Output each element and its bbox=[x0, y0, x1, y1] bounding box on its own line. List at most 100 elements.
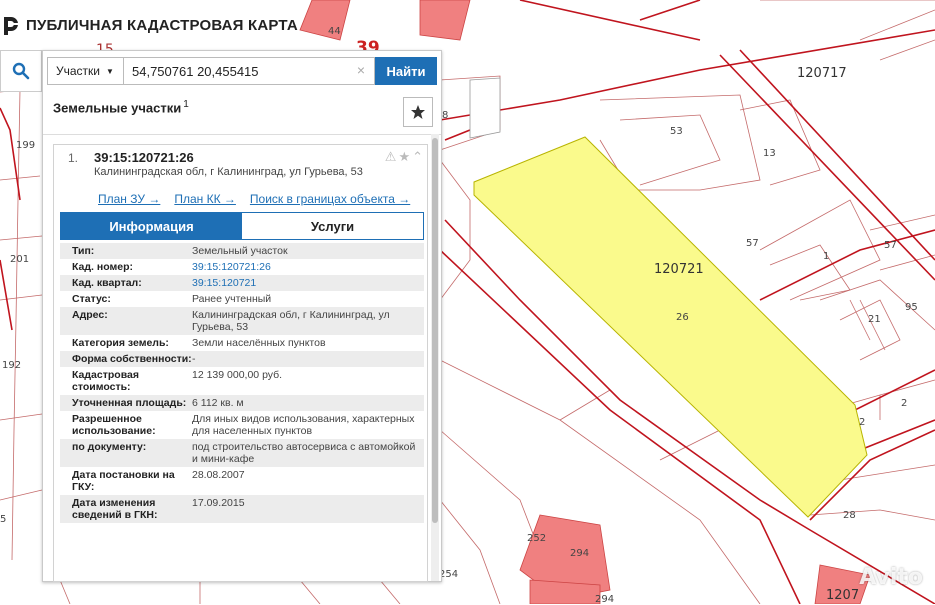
property-row: Статус: Ранее учтенный bbox=[60, 291, 424, 307]
chevron-down-icon: ▼ bbox=[106, 66, 114, 76]
search-in-bounds-link[interactable]: Поиск в границах объекта → bbox=[250, 192, 410, 206]
map-label-parcel: 2 bbox=[859, 417, 866, 428]
map-label-parcel: 201 bbox=[10, 254, 30, 265]
property-value: под строительство автосервиса с автомойк… bbox=[192, 441, 416, 465]
results-count: 1 bbox=[183, 99, 189, 110]
property-row: Разрешенное использование: Для иных видов… bbox=[60, 411, 424, 439]
property-row: Кадастровая стоимость: 12 139 000,00 руб. bbox=[60, 367, 424, 395]
search-bar: Участки ▼ × Найти bbox=[47, 57, 437, 85]
property-value: Ранее учтенный bbox=[192, 293, 272, 305]
map-label-parcel: 13 bbox=[763, 148, 776, 159]
result-card: 1. 39:15:120721:26 Калининградская обл, … bbox=[53, 144, 428, 582]
search-icon bbox=[12, 62, 30, 80]
property-value[interactable]: 39:15:120721:26 bbox=[192, 261, 424, 273]
warning-icon[interactable]: ⚠ bbox=[385, 149, 397, 165]
property-table: Тип: Земельный участок Кад. номер: 39:15:12… bbox=[60, 243, 424, 523]
object-type-label: Участки bbox=[56, 64, 100, 78]
property-key: Кад. квартал: bbox=[72, 277, 142, 289]
card-tabs: Информация Услуги bbox=[60, 212, 424, 240]
property-value[interactable]: 39:15:120721 bbox=[192, 277, 424, 289]
property-key: Тип: bbox=[72, 245, 95, 257]
result-index: 1. bbox=[68, 151, 79, 165]
property-value: 28.08.2007 bbox=[192, 469, 245, 481]
property-row: Дата изменения сведений в ГКН: 17.09.2015 bbox=[60, 495, 424, 523]
result-cad-number[interactable]: 39:15:120721:26 bbox=[94, 150, 194, 165]
property-row: Форма собственности: - bbox=[60, 351, 424, 367]
property-key: Кад. номер: bbox=[72, 261, 134, 273]
property-row: Категория земель: Земли населённых пункто… bbox=[60, 335, 424, 351]
property-value: Земельный участок bbox=[192, 245, 288, 257]
chevron-up-icon[interactable]: ⌃ bbox=[412, 149, 423, 165]
property-value: - bbox=[192, 353, 196, 365]
tab-information[interactable]: Информация bbox=[61, 213, 242, 239]
map-label-parcel: 1 bbox=[823, 251, 830, 262]
map-label-parcel: 21 bbox=[868, 314, 881, 325]
property-row: Дата постановки на ГКУ: 28.08.2007 bbox=[60, 467, 424, 495]
tab-services[interactable]: Услуги bbox=[242, 213, 423, 239]
map-label-parcel: 28 bbox=[843, 510, 856, 521]
map-label-parcel: 199 bbox=[16, 140, 36, 151]
map-label-parcel: 252 bbox=[527, 533, 547, 544]
results-header: Земельные участки 1 bbox=[53, 99, 189, 115]
property-row: Уточненная площадь: 6 112 кв. м bbox=[60, 395, 424, 411]
result-address: Калининградская обл, г Калининград, ул Г… bbox=[94, 166, 363, 178]
property-row: по документу: под строительство автосерви… bbox=[60, 439, 424, 467]
property-value: 6 112 кв. м bbox=[192, 397, 244, 409]
property-value: Для иных видов использования, характерны… bbox=[192, 413, 415, 437]
map-label-parcel: 5 bbox=[0, 514, 7, 525]
property-row: Кад. квартал: 39:15:120721 bbox=[60, 275, 424, 291]
map-label-quarter: 120717 bbox=[797, 66, 847, 81]
plan-zu-link[interactable]: План ЗУ → bbox=[98, 192, 160, 206]
map-label-quarter-selected: 120721 bbox=[654, 262, 704, 277]
map-label-parcel: 2 bbox=[901, 398, 908, 409]
app-header: ПУБЛИЧНАЯ КАДАСТРОВАЯ КАРТА bbox=[0, 10, 298, 40]
property-value: Земли населённых пунктов bbox=[192, 337, 326, 349]
property-key: Адрес: bbox=[72, 309, 108, 321]
map-label-parcel: 8 bbox=[442, 110, 449, 121]
map-label-parcel: 95 bbox=[905, 302, 918, 313]
property-row: Кад. номер: 39:15:120721:26 bbox=[60, 259, 424, 275]
clear-icon[interactable]: × bbox=[357, 62, 365, 78]
map-label-quarter: 1207 bbox=[826, 588, 860, 603]
scrollbar[interactable] bbox=[431, 134, 439, 581]
scrollbar-thumb[interactable] bbox=[432, 138, 438, 523]
map-label-building: 44 bbox=[328, 26, 341, 37]
property-key: Категория земель: bbox=[72, 337, 169, 349]
property-row: Адрес: Калининградская обл, г Калининград… bbox=[60, 307, 424, 335]
property-key: Форма собственности: bbox=[72, 353, 192, 365]
search-input[interactable] bbox=[123, 57, 375, 85]
results-title: Земельные участки bbox=[53, 100, 182, 116]
watermark-logo: Avito bbox=[859, 565, 923, 590]
property-key: Разрешенное использование: bbox=[72, 413, 156, 437]
map-label-building: 294 bbox=[570, 548, 590, 559]
property-value: 17.09.2015 bbox=[192, 497, 245, 509]
map-label-parcel: 26 bbox=[676, 312, 689, 323]
map-label-building: 294 bbox=[595, 594, 615, 605]
property-key: Уточненная площадь: bbox=[72, 397, 187, 409]
property-value: Калининградская обл, г Калининград, ул Г… bbox=[192, 309, 390, 333]
property-key: по документу: bbox=[72, 441, 147, 453]
card-links: План ЗУ → План КК → Поиск в границах объ… bbox=[98, 192, 410, 206]
map-label-parcel: 53 bbox=[670, 126, 683, 137]
property-key: Дата постановки на ГКУ: bbox=[72, 469, 175, 493]
search-toggle-button[interactable] bbox=[0, 50, 42, 92]
property-value: 12 139 000,00 руб. bbox=[192, 369, 283, 381]
map-label-parcel: 57 bbox=[746, 238, 759, 249]
property-key: Дата изменения сведений в ГКН: bbox=[72, 497, 158, 521]
logo-icon bbox=[4, 17, 18, 35]
card-actions: ⚠ ★ ⌃ bbox=[385, 149, 423, 165]
map-label-parcel: 57 bbox=[884, 240, 897, 251]
property-row: Тип: Земельный участок bbox=[60, 243, 424, 259]
star-icon[interactable]: ★ bbox=[398, 149, 410, 165]
find-button[interactable]: Найти bbox=[375, 57, 437, 85]
plan-kk-link[interactable]: План КК → bbox=[174, 192, 236, 206]
favorites-button[interactable] bbox=[403, 97, 433, 127]
property-key: Статус: bbox=[72, 293, 111, 305]
divider bbox=[43, 134, 441, 135]
star-icon bbox=[411, 105, 425, 119]
app-title: ПУБЛИЧНАЯ КАДАСТРОВАЯ КАРТА bbox=[26, 16, 298, 34]
map-label-parcel: 192 bbox=[2, 360, 22, 371]
search-panel: Участки ▼ × Найти Земельные участки1 1. … bbox=[42, 50, 442, 582]
object-type-select[interactable]: Участки ▼ bbox=[47, 57, 123, 85]
property-key: Кадастровая стоимость: bbox=[72, 369, 139, 393]
